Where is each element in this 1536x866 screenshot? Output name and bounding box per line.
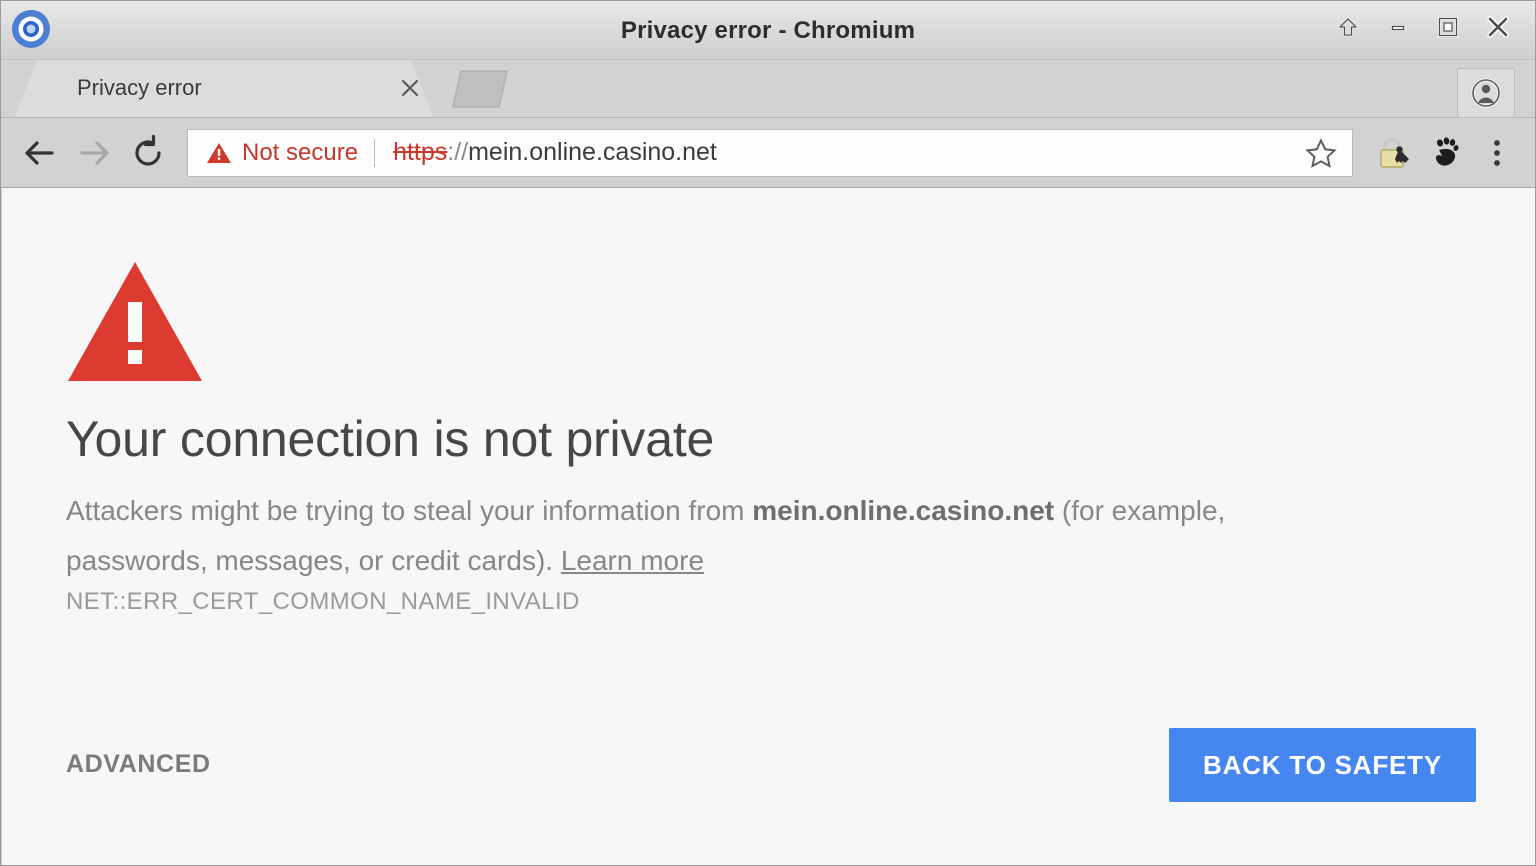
gnome-extension-icon[interactable] xyxy=(1419,127,1471,179)
forward-button xyxy=(67,126,121,180)
url-text[interactable]: https :// mein.online.casino.net xyxy=(393,138,1300,167)
body-text-before-domain: Attackers might be trying to steal your … xyxy=(66,495,752,526)
bookmark-star-icon[interactable] xyxy=(1300,132,1342,174)
tab-label: Privacy error xyxy=(77,75,202,101)
title-bar: Privacy error - Chromium xyxy=(1,1,1535,60)
account-avatar-icon xyxy=(1468,75,1504,111)
back-button[interactable] xyxy=(13,126,67,180)
maximize-button[interactable] xyxy=(1431,10,1465,44)
new-tab-icon[interactable] xyxy=(449,67,515,111)
url-scheme: https xyxy=(393,138,447,167)
interstitial-panel: Your connection is not private Attackers… xyxy=(66,188,1476,865)
profile-avatar-button[interactable] xyxy=(1457,68,1515,118)
address-bar[interactable]: Not secure https :// mein.online.casino.… xyxy=(187,129,1353,177)
body-domain: mein.online.casino.net xyxy=(752,495,1054,526)
page-title: Your connection is not private xyxy=(66,410,714,468)
back-to-safety-button[interactable]: BACK TO SAFETY xyxy=(1169,728,1476,802)
interstitial-body: Attackers might be trying to steal your … xyxy=(66,486,1356,586)
interstitial-actions: ADVANCED BACK TO SAFETY xyxy=(66,728,1476,818)
three-dot-menu-icon xyxy=(1480,133,1514,173)
learn-more-link[interactable]: Learn more xyxy=(561,545,704,576)
rollup-button[interactable] xyxy=(1331,10,1365,44)
advanced-button[interactable]: ADVANCED xyxy=(66,750,211,779)
omnibox-divider xyxy=(374,139,375,167)
reload-icon xyxy=(128,133,168,173)
browser-window: Privacy error - Chromium xyxy=(0,0,1536,866)
page-viewport: Your connection is not private Attackers… xyxy=(1,188,1535,865)
url-host: mein.online.casino.net xyxy=(468,138,717,167)
tab-close-icon[interactable] xyxy=(395,73,425,103)
arrow-right-icon xyxy=(74,133,114,173)
tab-privacy-error-content: Privacy error xyxy=(15,59,435,117)
arrow-left-icon xyxy=(20,133,60,173)
padlock-key-icon xyxy=(1373,133,1413,173)
security-status-label: Not secure xyxy=(242,139,358,167)
error-code: NET::ERR_CERT_COMMON_NAME_INVALID xyxy=(66,588,580,616)
window-controls xyxy=(1331,1,1529,53)
warning-triangle-icon xyxy=(206,141,232,165)
minimize-button[interactable] xyxy=(1381,10,1415,44)
close-button[interactable] xyxy=(1481,10,1515,44)
security-status-not-secure[interactable]: Not secure xyxy=(206,139,358,167)
password-manager-extension-icon[interactable] xyxy=(1367,127,1419,179)
tab-strip: Privacy error xyxy=(1,60,1535,118)
gnome-foot-icon xyxy=(1425,133,1465,173)
browser-menu-button[interactable] xyxy=(1471,127,1523,179)
warning-triangle-icon xyxy=(66,260,204,383)
reload-button[interactable] xyxy=(121,126,175,180)
url-separator: :// xyxy=(447,138,468,167)
window-title: Privacy error - Chromium xyxy=(1,1,1535,60)
browser-toolbar: Not secure https :// mein.online.casino.… xyxy=(1,118,1535,188)
